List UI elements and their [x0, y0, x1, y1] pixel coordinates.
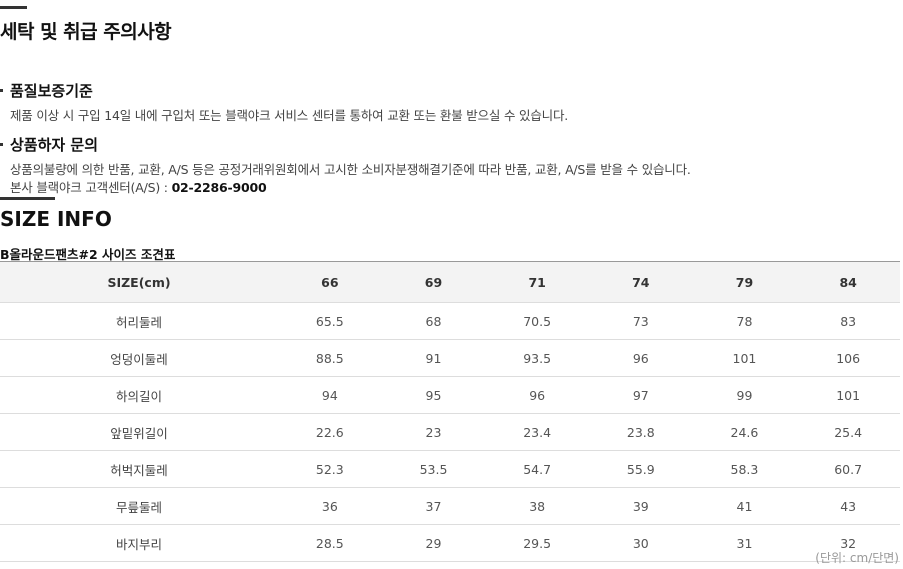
- quality-heading: 품질보증기준: [0, 80, 568, 101]
- table-cell: 96: [588, 339, 693, 377]
- quality-text: 제품 이상 시 구입 14일 내에 구입처 또는 블랙야크 서비스 센터를 통하…: [10, 108, 569, 123]
- defect-section: 상품하자 문의 상품의불량에 의한 반품, 교환, A/S 등은 공정거래위원회…: [0, 134, 691, 197]
- defect-heading-text: 상품하자 문의: [10, 136, 99, 154]
- unit-note: (단위: cm/단면): [815, 551, 899, 565]
- table-cell: 78: [692, 302, 797, 340]
- table-cell: 99: [692, 376, 797, 414]
- contact-label: 본사 블랙야크 고객센터(A/S) :: [10, 180, 172, 195]
- table-cell: 94: [278, 376, 382, 414]
- bullet-icon: [0, 89, 3, 92]
- row-label: 무릎둘레: [0, 487, 278, 525]
- table-cell: 23.4: [485, 413, 589, 451]
- table-cell: 55.9: [588, 450, 693, 488]
- table-row: 하의길이 94 95 96 97 99 101: [0, 376, 900, 414]
- table-cell: 29.5: [485, 524, 589, 562]
- table-cell: 95: [381, 376, 486, 414]
- header-cell: 84: [796, 261, 900, 303]
- defect-heading: 상품하자 문의: [0, 134, 691, 155]
- table-cell: 60.7: [796, 450, 900, 488]
- table-cell: 23.8: [588, 413, 693, 451]
- size-table-header: SIZE(cm) 66 69 71 74 79 84: [0, 261, 900, 303]
- table-cell: 22.6: [278, 413, 382, 451]
- table-row: 엉덩이둘레 88.5 91 93.5 96 101 106: [0, 339, 900, 377]
- table-cell: 73: [588, 302, 693, 340]
- header-cell: SIZE(cm): [0, 261, 278, 303]
- table-cell: 28.5: [278, 524, 382, 562]
- header-cell: 69: [381, 261, 486, 303]
- table-cell: 25.4: [796, 413, 900, 451]
- header-cell: 74: [588, 261, 693, 303]
- table-cell: 30: [588, 524, 693, 562]
- table-cell: 101: [692, 339, 797, 377]
- table-row: 앞밑위길이 22.6 23 23.4 23.8 24.6 25.4: [0, 413, 900, 451]
- table-cell: 36: [278, 487, 382, 525]
- header-cell: 79: [692, 261, 797, 303]
- row-label: 바지부리: [0, 524, 278, 562]
- table-cell: 52.3: [278, 450, 382, 488]
- size-info-title: SIZE INFO: [0, 207, 112, 231]
- table-cell: 31: [692, 524, 797, 562]
- table-cell: 65.5: [278, 302, 382, 340]
- table-cell: 93.5: [485, 339, 589, 377]
- size-title-bar: [0, 197, 55, 200]
- row-label: 허벅지둘레: [0, 450, 278, 488]
- table-cell: 91: [381, 339, 486, 377]
- contact-line: 본사 블랙야크 고객센터(A/S) : 02-2286-9000: [0, 179, 691, 197]
- bullet-icon: [0, 143, 3, 146]
- care-title-bar: [0, 6, 27, 9]
- table-cell: 97: [588, 376, 693, 414]
- table-cell: 53.5: [381, 450, 486, 488]
- table-cell: 23: [381, 413, 486, 451]
- header-cell: 66: [278, 261, 382, 303]
- quality-section: 품질보증기준 제품 이상 시 구입 14일 내에 구입처 또는 블랙야크 서비스…: [0, 80, 568, 125]
- table-cell: 106: [796, 339, 900, 377]
- table-cell: 88.5: [278, 339, 382, 377]
- table-cell: 101: [796, 376, 900, 414]
- table-row: 무릎둘레 36 37 38 39 41 43: [0, 487, 900, 525]
- table-row: 허리둘레 65.5 68 70.5 73 78 83: [0, 302, 900, 340]
- table-cell: 58.3: [692, 450, 797, 488]
- row-label: 허리둘레: [0, 302, 278, 340]
- quality-heading-text: 품질보증기준: [10, 82, 93, 100]
- table-cell: 68: [381, 302, 486, 340]
- table-row: 바지부리 28.5 29 29.5 30 31 32: [0, 524, 900, 562]
- table-cell: 39: [588, 487, 693, 525]
- table-cell: 83: [796, 302, 900, 340]
- row-label: 하의길이: [0, 376, 278, 414]
- table-cell: 70.5: [485, 302, 589, 340]
- table-cell: 24.6: [692, 413, 797, 451]
- row-label: 앞밑위길이: [0, 413, 278, 451]
- table-cell: 96: [485, 376, 589, 414]
- table-cell: 38: [485, 487, 589, 525]
- care-title: 세탁 및 취급 주의사항: [0, 21, 172, 43]
- header-cell: 71: [485, 261, 589, 303]
- defect-text: 상품의불량에 의한 반품, 교환, A/S 등은 공정거래위원회에서 고시한 소…: [10, 162, 691, 177]
- contact-phone: 02-2286-9000: [171, 180, 267, 195]
- table-cell: 54.7: [485, 450, 589, 488]
- table-cell: 29: [381, 524, 486, 562]
- table-cell: 43: [796, 487, 900, 525]
- table-row: 허벅지둘레 52.3 53.5 54.7 55.9 58.3 60.7: [0, 450, 900, 488]
- row-label: 엉덩이둘레: [0, 339, 278, 377]
- size-table: SIZE(cm) 66 69 71 74 79 84 허리둘레 65.5 68 …: [0, 261, 900, 562]
- table-cell: 37: [381, 487, 486, 525]
- table-cell: 41: [692, 487, 797, 525]
